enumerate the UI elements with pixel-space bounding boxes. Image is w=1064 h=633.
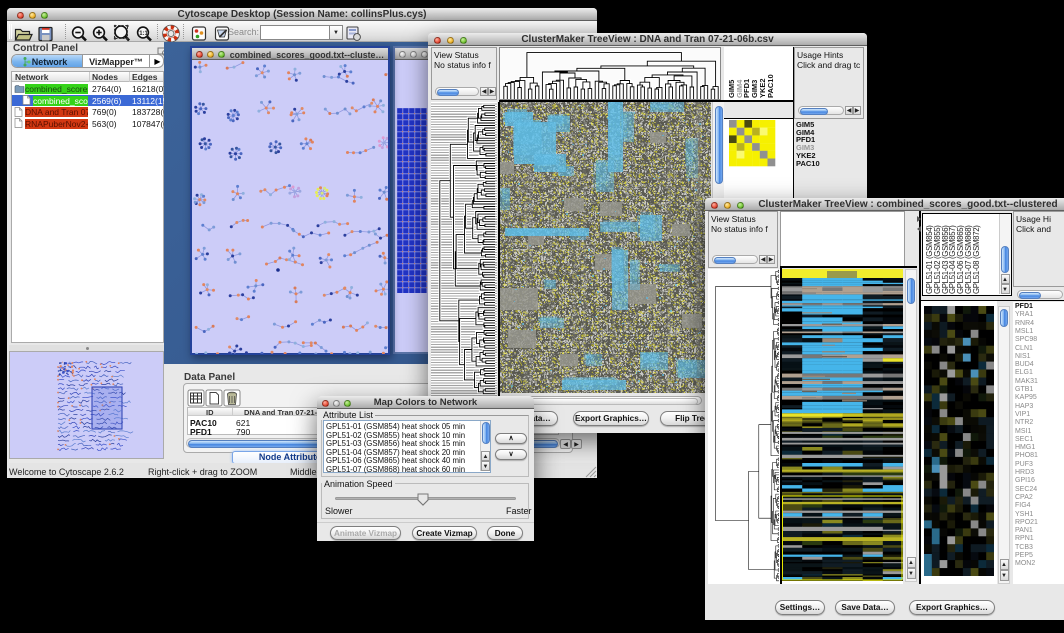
svg-text:1:1: 1:1 (139, 31, 148, 37)
